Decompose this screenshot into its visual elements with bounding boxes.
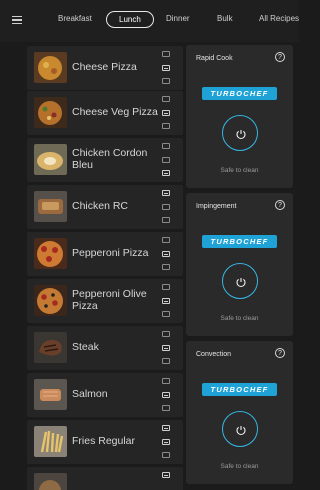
- power-icon: [236, 278, 246, 288]
- recipe-row-cheese-veg-pizza[interactable]: Cheese Veg Pizza: [27, 91, 183, 135]
- oven-title: Rapid Cook: [196, 55, 233, 62]
- recipe-name: Chicken Cordon Bleu: [72, 147, 148, 171]
- turbochef-logo: TURBOCHEF: [202, 383, 277, 396]
- recipe-thumbnail: [34, 379, 67, 410]
- recipe-thumbnail: [34, 52, 67, 83]
- checkbox-icon[interactable]: [162, 264, 170, 270]
- recipe-row-partial[interactable]: [27, 467, 183, 490]
- recipe-name: Pepperoni Pizza: [72, 247, 149, 259]
- power-button[interactable]: [222, 263, 258, 299]
- recipe-thumbnail: [34, 473, 67, 490]
- power-icon: [236, 426, 246, 436]
- recipe-row-chicken-rc[interactable]: Chicken RC: [27, 185, 183, 229]
- checkbox-icon[interactable]: [162, 311, 170, 317]
- minus-box-icon[interactable]: [162, 251, 170, 257]
- oven-card-convection: Convection ? TURBOCHEF Safe to clean: [186, 341, 293, 484]
- checkbox-icon[interactable]: [162, 157, 170, 163]
- oven-status: Safe to clean: [220, 315, 259, 322]
- recipe-thumbnail: [34, 144, 67, 175]
- recipe-name: Fries Regular: [72, 435, 136, 447]
- oven-title: Impingement: [196, 203, 237, 210]
- recipe-row-steak[interactable]: Steak: [27, 326, 183, 370]
- recipe-row-pepperoni-pizza[interactable]: Pepperoni Pizza: [27, 232, 183, 276]
- checkbox-icon[interactable]: [162, 284, 170, 290]
- recipe-row-pepperoni-olive-pizza[interactable]: Pepperoni Olive Pizza: [27, 279, 183, 323]
- brand-text: TURBOCHEF: [210, 385, 269, 394]
- question-circle-icon[interactable]: ?: [275, 200, 285, 210]
- checkbox-icon[interactable]: [162, 204, 170, 210]
- recipe-list: Cheese Pizza Cheese Veg Pizza Chicken Co…: [27, 42, 183, 490]
- brand-text: TURBOCHEF: [210, 89, 269, 98]
- recipe-thumbnail: [34, 97, 67, 128]
- oven-card-rapid-cook: Rapid Cook ? TURBOCHEF Safe to clean: [186, 45, 293, 188]
- recipe-row-cheese-pizza[interactable]: Cheese Pizza: [27, 46, 183, 90]
- power-button[interactable]: [222, 115, 258, 151]
- tab-lunch[interactable]: Lunch: [106, 11, 154, 28]
- checkbox-icon[interactable]: [162, 96, 170, 102]
- minus-box-icon[interactable]: [162, 110, 170, 116]
- minus-box-icon[interactable]: [162, 439, 170, 445]
- checkbox-icon[interactable]: [162, 217, 170, 223]
- oven-status: Safe to clean: [220, 167, 259, 174]
- oven-status: Safe to clean: [220, 463, 259, 470]
- turbochef-logo: TURBOCHEF: [202, 235, 277, 248]
- recipe-thumbnail: [34, 426, 67, 457]
- checkbox-icon[interactable]: [162, 331, 170, 337]
- recipe-name: Cheese Veg Pizza: [72, 106, 158, 118]
- recipe-name: Salmon: [72, 388, 108, 400]
- top-nav-bar: Breakfast Lunch Dinner Bulk All Recipes: [0, 0, 299, 42]
- minus-box-icon[interactable]: [162, 65, 170, 71]
- minus-box-icon[interactable]: [162, 472, 170, 478]
- turbochef-logo: TURBOCHEF: [202, 87, 277, 100]
- checkbox-icon[interactable]: [162, 378, 170, 384]
- oven-title: Convection: [196, 351, 232, 358]
- minus-box-icon[interactable]: [162, 170, 170, 176]
- tab-bulk[interactable]: Bulk: [217, 14, 233, 23]
- recipe-row-fries-regular[interactable]: Fries Regular: [27, 420, 183, 464]
- question-circle-icon[interactable]: ?: [275, 348, 285, 358]
- hamburger-menu-icon[interactable]: [12, 16, 22, 24]
- recipe-name: Cheese Pizza: [72, 61, 137, 73]
- recipe-thumbnail: [34, 285, 67, 316]
- checkbox-icon[interactable]: [162, 358, 170, 364]
- checkbox-icon[interactable]: [162, 51, 170, 57]
- minus-box-icon[interactable]: [162, 425, 170, 431]
- power-button[interactable]: [222, 411, 258, 447]
- minus-box-icon[interactable]: [162, 345, 170, 351]
- tab-all-recipes[interactable]: All Recipes: [259, 14, 299, 23]
- recipe-name: Chicken RC: [72, 200, 129, 212]
- tab-dinner[interactable]: Dinner: [166, 14, 190, 23]
- power-icon: [236, 130, 246, 140]
- minus-box-icon[interactable]: [162, 298, 170, 304]
- recipe-row-salmon[interactable]: Salmon: [27, 373, 183, 417]
- recipe-thumbnail: [34, 191, 67, 222]
- minus-box-icon[interactable]: [162, 190, 170, 196]
- recipe-row-chicken-cordon-bleu[interactable]: Chicken Cordon Bleu: [27, 138, 183, 182]
- recipe-name: Pepperoni Olive Pizza: [72, 288, 147, 312]
- checkbox-icon[interactable]: [162, 452, 170, 458]
- tab-breakfast[interactable]: Breakfast: [58, 14, 92, 23]
- checkbox-icon[interactable]: [162, 123, 170, 129]
- checkbox-icon[interactable]: [162, 405, 170, 411]
- brand-text: TURBOCHEF: [210, 237, 269, 246]
- checkbox-icon[interactable]: [162, 143, 170, 149]
- checkbox-icon[interactable]: [162, 237, 170, 243]
- minus-box-icon[interactable]: [162, 392, 170, 398]
- checkbox-icon[interactable]: [162, 78, 170, 84]
- oven-card-impingement: Impingement ? TURBOCHEF Safe to clean: [186, 193, 293, 336]
- recipe-thumbnail: [34, 332, 67, 363]
- recipe-thumbnail: [34, 238, 67, 269]
- question-circle-icon[interactable]: ?: [275, 52, 285, 62]
- recipe-name: Steak: [72, 341, 99, 353]
